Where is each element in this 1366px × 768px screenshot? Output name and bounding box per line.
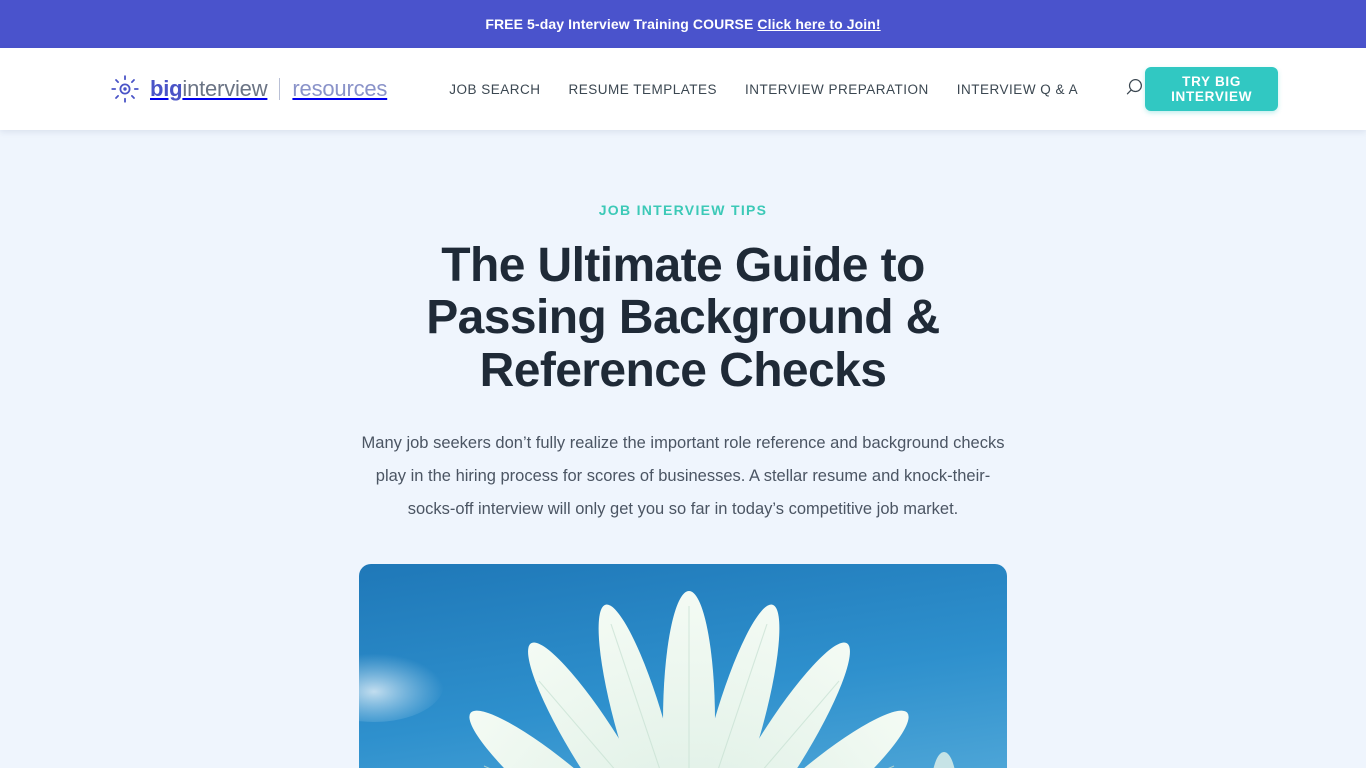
logo-word-big: big [150,76,183,101]
promo-banner: FREE 5-day Interview Training COURSE Cli… [0,0,1366,48]
search-button[interactable] [1124,77,1145,101]
article-category-label: JOB INTERVIEW TIPS [598,202,768,218]
hero-image [359,563,1007,768]
main-navigation: JOB SEARCH RESUME TEMPLATES INTERVIEW PR… [449,77,1145,101]
header-cta-container: TRY BIG INTERVIEW [1145,67,1279,111]
logo-wordmark: big interview resources [150,76,387,102]
nav-item-interview-preparation[interactable]: INTERVIEW PREPARATION [745,82,929,97]
try-big-interview-button[interactable]: TRY BIG INTERVIEW [1145,67,1279,111]
promo-banner-link[interactable]: Click here to Join! [757,16,880,32]
nav-item-job-search[interactable]: JOB SEARCH [449,82,540,97]
hero-subtitle: Many job seekers don’t fully realize the… [361,433,1005,518]
promo-banner-text: FREE 5-day Interview Training COURSE [485,16,758,32]
site-header: big interview resources JOB SEARCH RESUME… [0,48,1366,130]
page-title: The Ultimate Guide to Passing Background… [426,239,940,397]
site-logo[interactable]: big interview resources [110,74,387,104]
sun-icon [110,74,140,104]
logo-word-interview: interview [182,76,268,101]
search-icon [1124,77,1145,101]
logo-divider [279,78,281,100]
nav-item-interview-qa[interactable]: INTERVIEW Q & A [957,82,1078,97]
logo-word-resources: resources [292,76,388,101]
hero-section: JOB INTERVIEW TIPS The Ultimate Guide to… [0,130,1366,768]
nav-item-resume-templates[interactable]: RESUME TEMPLATES [568,82,717,97]
